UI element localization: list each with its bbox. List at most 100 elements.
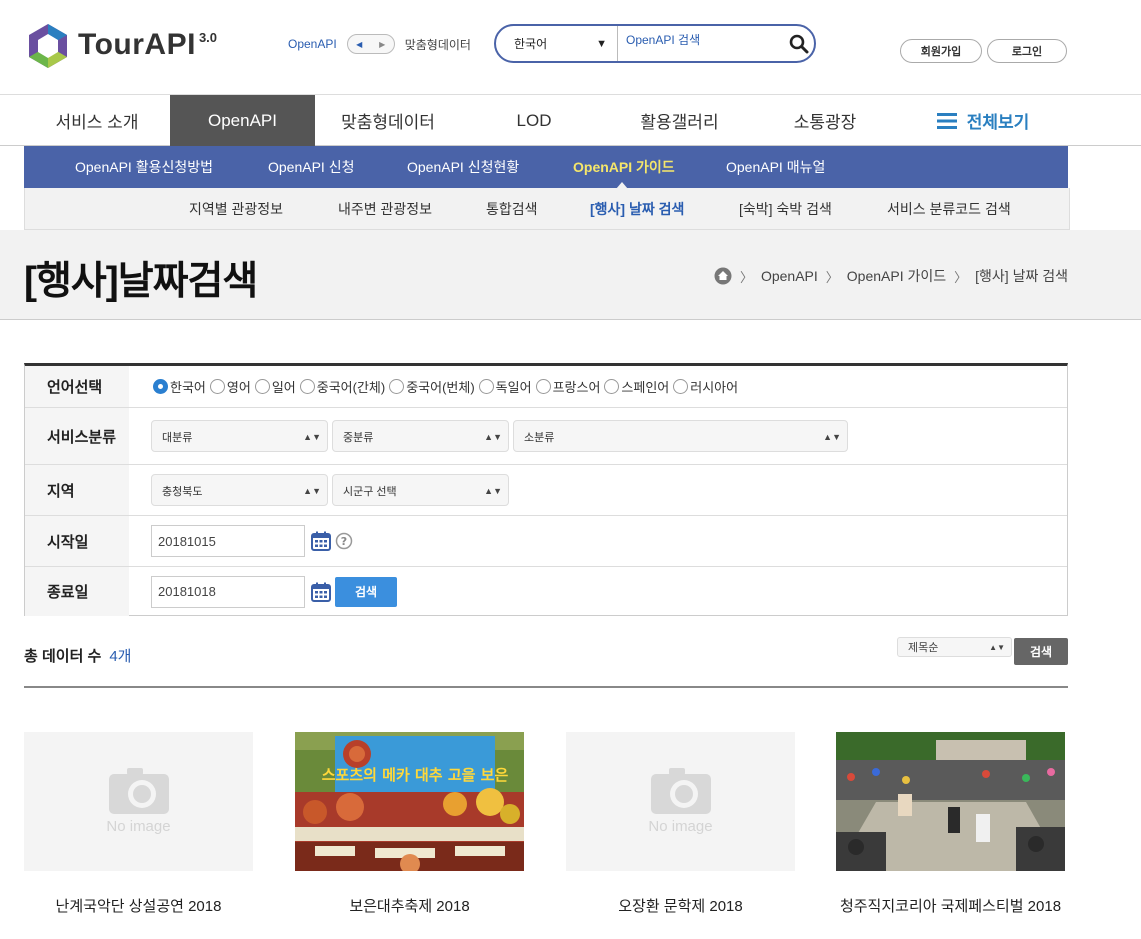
nav-custom-data[interactable]: 맞춤형데이터: [315, 95, 461, 146]
radio-russian[interactable]: 러시아어: [673, 377, 738, 396]
subnav-apply[interactable]: OpenAPI 신청: [268, 146, 354, 188]
select-arrows-icon: ▲▼: [484, 432, 502, 442]
no-image-caption: No image: [106, 818, 171, 835]
radio-dot: [535, 379, 551, 394]
toggle-switch[interactable]: ◀ ▶: [346, 34, 395, 54]
chevron-right-icon: 〉: [954, 269, 968, 285]
main-nav: 서비스 소개 OpenAPI 맞춤형데이터 LOD 활용갤러리 소통광장 전체보…: [0, 95, 1141, 146]
radio-german[interactable]: 독일어: [478, 377, 532, 396]
join-button[interactable]: 회원가입: [900, 39, 982, 63]
card-thumbnail[interactable]: 스포츠의 메카 대추 고을 보은: [295, 732, 524, 871]
calendar-icon[interactable]: [311, 531, 331, 551]
service-medium-select[interactable]: 중분류 ▲▼: [332, 420, 509, 452]
radio-label: 러시아어: [690, 380, 739, 395]
radio-korean[interactable]: 한국어: [153, 377, 206, 396]
region-province-select[interactable]: 충청북도 ▲▼: [151, 474, 328, 506]
chevron-right-icon: 〉: [825, 269, 839, 285]
result-card[interactable]: 청주직지코리아 국제페스티벌 2018: [836, 732, 1065, 915]
start-date-input[interactable]: 20181015: [151, 525, 305, 557]
subnav-how-to-apply[interactable]: OpenAPI 활용신청방법: [75, 146, 213, 188]
radio-french[interactable]: 프랑스어: [535, 377, 601, 396]
chevron-right-icon: 〉: [739, 269, 753, 285]
card-thumbnail[interactable]: No image: [566, 732, 795, 871]
region-label: 지역: [25, 465, 129, 515]
region-city-select[interactable]: 시군구 선택 ▲▼: [332, 474, 509, 506]
language-options: 한국어 영어 일어 중국어(간체) 중국어(번체) 독일어 프랑스어 스페인어 …: [129, 366, 1067, 407]
sort-select[interactable]: 제목순 ▲▼: [897, 637, 1012, 657]
result-card[interactable]: No image 난계국악단 상설공연 2018: [24, 732, 253, 915]
tab-nearby-info[interactable]: 내주변 관광정보: [338, 188, 432, 230]
radio-dot: [478, 379, 494, 394]
radio-japanese[interactable]: 일어: [254, 377, 296, 396]
radio-label: 중국어(간체): [316, 380, 386, 395]
calendar-icon[interactable]: [311, 582, 331, 602]
card-title[interactable]: 보은대추축제 2018: [265, 895, 554, 916]
search-submit-button[interactable]: 검색: [335, 576, 397, 607]
site-header: TourAPI 3.0 OpenAPI ◀ ▶ 맞춤형데이터 한국어 ▼ Ope…: [0, 0, 1141, 95]
radio-spanish[interactable]: 스페인어: [604, 377, 669, 396]
logo[interactable]: TourAPI 3.0: [26, 22, 217, 70]
select-value: 대분류: [162, 432, 193, 444]
card-thumbnail[interactable]: [836, 732, 1065, 871]
card-title[interactable]: 오장환 문학제 2018: [536, 895, 825, 916]
toggle-custom-data[interactable]: 맞춤형데이터: [405, 36, 471, 53]
total-count-value: 4개: [109, 648, 132, 665]
select-arrows-icon: ▲▼: [303, 486, 321, 496]
tab-stay-search[interactable]: [숙박] 숙박 검색: [739, 188, 832, 230]
radio-label: 한국어: [170, 380, 206, 395]
page-title: [행사]날짜검색: [24, 260, 258, 303]
breadcrumb-item[interactable]: OpenAPI 가이드: [847, 266, 946, 286]
tab-event-date-search[interactable]: [행사] 날짜 검색: [590, 188, 684, 230]
card-title[interactable]: 청주직지코리아 국제페스티벌 2018: [806, 895, 1095, 916]
subnav-application-status[interactable]: OpenAPI 신청현황: [407, 146, 519, 188]
service-large-select[interactable]: 대분류 ▲▼: [151, 420, 328, 452]
tourapi-hexagon-icon: [29, 24, 67, 68]
subnav-manual[interactable]: OpenAPI 매뉴얼: [726, 146, 825, 188]
help-icon[interactable]: ?: [335, 532, 353, 550]
search-button[interactable]: [784, 34, 814, 54]
tab-area-info[interactable]: 지역별 관광정보: [189, 188, 283, 230]
search-input[interactable]: OpenAPI 검색: [618, 31, 784, 48]
radio-chinese-traditional[interactable]: 중국어(번체): [389, 377, 475, 396]
service-small-select[interactable]: 소분류 ▲▼: [513, 420, 848, 452]
radio-label: 영어: [226, 380, 251, 395]
card-title[interactable]: 난계국악단 상설공연 2018: [0, 895, 283, 916]
nav-lod[interactable]: LOD: [461, 95, 607, 146]
sort-search-button[interactable]: 검색: [1014, 638, 1068, 665]
result-card[interactable]: No image 오장환 문학제 2018: [566, 732, 795, 915]
search-language-select[interactable]: 한국어 ▼: [496, 26, 618, 61]
festival-poster-image: 스포츠의 메카 대추 고을 보은: [295, 732, 524, 871]
select-arrows-icon: ▲▼: [989, 642, 1005, 652]
tab-integrated-search[interactable]: 통합검색: [486, 188, 538, 230]
nav-view-all-label: 전체보기: [966, 113, 1030, 132]
breadcrumb-item[interactable]: OpenAPI: [761, 268, 818, 284]
breadcrumb: 〉 OpenAPI 〉 OpenAPI 가이드 〉 [행사] 날짜 검색: [714, 266, 1068, 286]
divider: [24, 686, 1068, 688]
select-value: 소분류: [524, 432, 555, 444]
service-label: 서비스분류: [25, 408, 129, 464]
login-button[interactable]: 로그인: [987, 39, 1067, 63]
radio-label: 프랑스어: [552, 380, 601, 395]
tab-category-code-search[interactable]: 서비스 분류코드 검색: [887, 188, 1011, 230]
sub-nav: OpenAPI 활용신청방법 OpenAPI 신청 OpenAPI 신청현황 O…: [24, 146, 1068, 189]
radio-dot: [254, 379, 270, 394]
toggle-openapi[interactable]: OpenAPI: [288, 37, 337, 51]
result-card[interactable]: 스포츠의 메카 대추 고을 보은 보은대추축제 2018: [295, 732, 524, 915]
service-selects: 대분류 ▲▼ 중분류 ▲▼ 소분류 ▲▼: [129, 408, 1067, 464]
logo-text: TourAPI: [78, 28, 196, 61]
nav-community[interactable]: 소통광장: [752, 95, 898, 146]
end-date-input[interactable]: 20181018: [151, 575, 305, 608]
nav-gallery[interactable]: 활용갤러리: [607, 95, 752, 146]
radio-chinese-simplified[interactable]: 중국어(간체): [299, 377, 386, 396]
home-icon[interactable]: [714, 267, 732, 285]
radio-label: 중국어(번체): [406, 380, 475, 395]
nav-openapi[interactable]: OpenAPI: [170, 95, 315, 146]
radio-english[interactable]: 영어: [209, 377, 251, 396]
form-row-language: 언어선택 한국어 영어 일어 중국어(간체) 중국어(번체) 독일어 프랑스어 …: [25, 366, 1067, 408]
breadcrumb-item: [행사] 날짜 검색: [975, 268, 1068, 284]
nav-view-all[interactable]: 전체보기: [898, 95, 1068, 146]
nav-service-intro[interactable]: 서비스 소개: [24, 95, 170, 146]
caret-down-icon: ▼: [596, 37, 607, 50]
radio-label: 독일어: [495, 380, 532, 395]
card-thumbnail[interactable]: No image: [24, 732, 253, 871]
